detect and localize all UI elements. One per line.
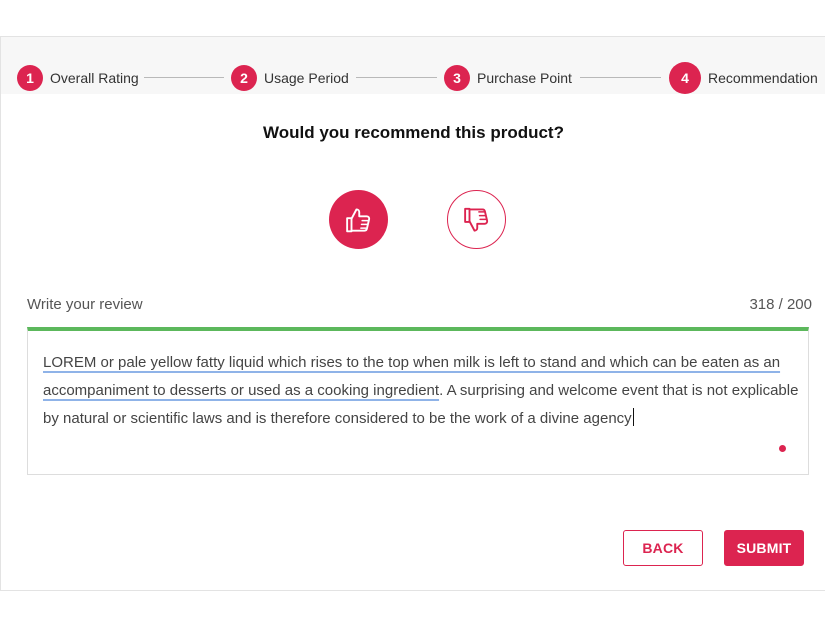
step-number: 4	[669, 62, 701, 94]
step-connector	[356, 77, 437, 78]
step-label: Usage Period	[264, 70, 349, 86]
thumbs-up-icon	[345, 207, 370, 232]
step-purchase-point[interactable]: 3 Purchase Point	[444, 65, 572, 91]
step-connector	[144, 77, 224, 78]
step-label: Purchase Point	[477, 70, 572, 86]
step-connector	[580, 77, 661, 78]
back-button[interactable]: BACK	[623, 530, 703, 566]
thumbs-up-button[interactable]	[329, 190, 388, 249]
review-textarea[interactable]: LOREM or pale yellow fatty liquid which …	[27, 327, 809, 475]
stepper: 1 Overall Rating 2 Usage Period 3 Purcha…	[1, 37, 825, 94]
step-number: 1	[17, 65, 43, 91]
review-label: Write your review	[27, 296, 143, 313]
thumbs-down-icon	[463, 207, 488, 232]
review-card: 1 Overall Rating 2 Usage Period 3 Purcha…	[0, 36, 825, 591]
step-recommendation[interactable]: 4 Recommendation	[669, 62, 818, 94]
review-character-counter: 318 / 200	[749, 296, 812, 313]
step-number: 2	[231, 65, 257, 91]
submit-button[interactable]: SUBMIT	[724, 530, 804, 566]
step-overall-rating[interactable]: 1 Overall Rating	[17, 65, 139, 91]
step-label: Overall Rating	[50, 70, 139, 86]
step-number: 3	[444, 65, 470, 91]
page: 1 Overall Rating 2 Usage Period 3 Purcha…	[0, 0, 825, 623]
review-text: LOREM or pale yellow fatty liquid which …	[43, 349, 799, 433]
thumbs-down-button[interactable]	[447, 190, 506, 249]
step-label: Recommendation	[708, 70, 818, 86]
step-usage-period[interactable]: 2 Usage Period	[231, 65, 349, 91]
recommend-question: Would you recommend this product?	[263, 123, 564, 142]
text-caret	[632, 408, 634, 426]
required-indicator-dot	[779, 445, 786, 452]
